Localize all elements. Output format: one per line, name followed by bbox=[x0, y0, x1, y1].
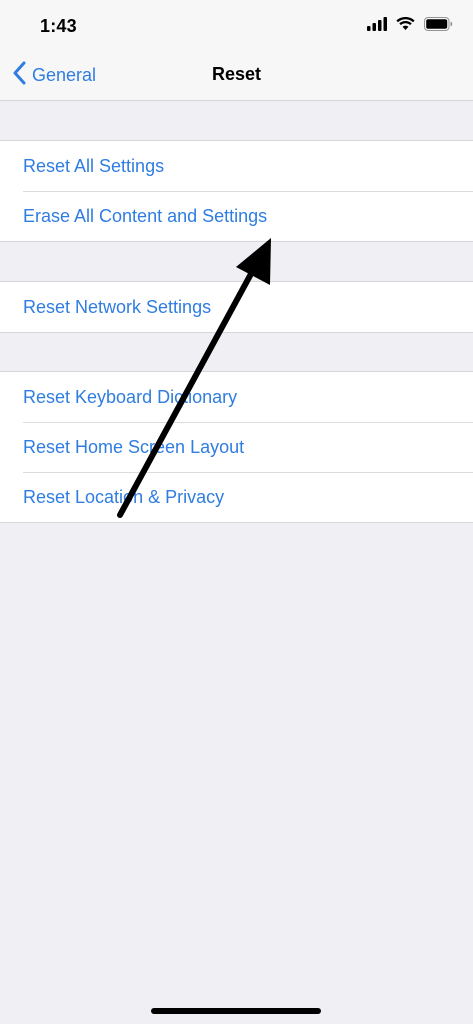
navigation-bar: General Reset bbox=[0, 50, 473, 101]
battery-icon bbox=[424, 16, 453, 36]
home-indicator bbox=[151, 1008, 321, 1014]
settings-group-2: Reset Network Settings bbox=[0, 281, 473, 333]
erase-all-content-row[interactable]: Erase All Content and Settings bbox=[0, 191, 473, 241]
settings-group-1: Reset All Settings Erase All Content and… bbox=[0, 140, 473, 242]
reset-network-settings-label: Reset Network Settings bbox=[23, 296, 212, 317]
signal-bars-icon bbox=[367, 16, 387, 36]
reset-keyboard-dictionary-row[interactable]: Reset Keyboard Dictionary bbox=[0, 372, 473, 422]
settings-group-3: Reset Keyboard Dictionary Reset Home Scr… bbox=[0, 371, 473, 523]
page-title: Reset bbox=[211, 64, 262, 84]
reset-location-privacy-label: Reset Location & Privacy bbox=[23, 486, 225, 507]
reset-location-privacy-row[interactable]: Reset Location & Privacy bbox=[0, 472, 473, 522]
status-bar: 1:43 bbox=[0, 0, 473, 50]
wifi-icon bbox=[396, 16, 415, 36]
reset-keyboard-dictionary-label: Reset Keyboard Dictionary bbox=[23, 386, 238, 407]
status-time: 1:43 bbox=[40, 16, 77, 36]
reset-all-settings-row[interactable]: Reset All Settings bbox=[0, 141, 473, 191]
reset-network-settings-row[interactable]: Reset Network Settings bbox=[0, 282, 473, 332]
reset-home-screen-layout-row[interactable]: Reset Home Screen Layout bbox=[0, 422, 473, 472]
reset-all-settings-label: Reset All Settings bbox=[23, 155, 165, 176]
reset-settings-screen: 1:43 General Reset Reset All Settings Er… bbox=[0, 0, 473, 1024]
reset-home-screen-layout-label: Reset Home Screen Layout bbox=[23, 436, 245, 457]
status-icons bbox=[367, 16, 453, 36]
erase-all-content-label: Erase All Content and Settings bbox=[23, 205, 268, 226]
